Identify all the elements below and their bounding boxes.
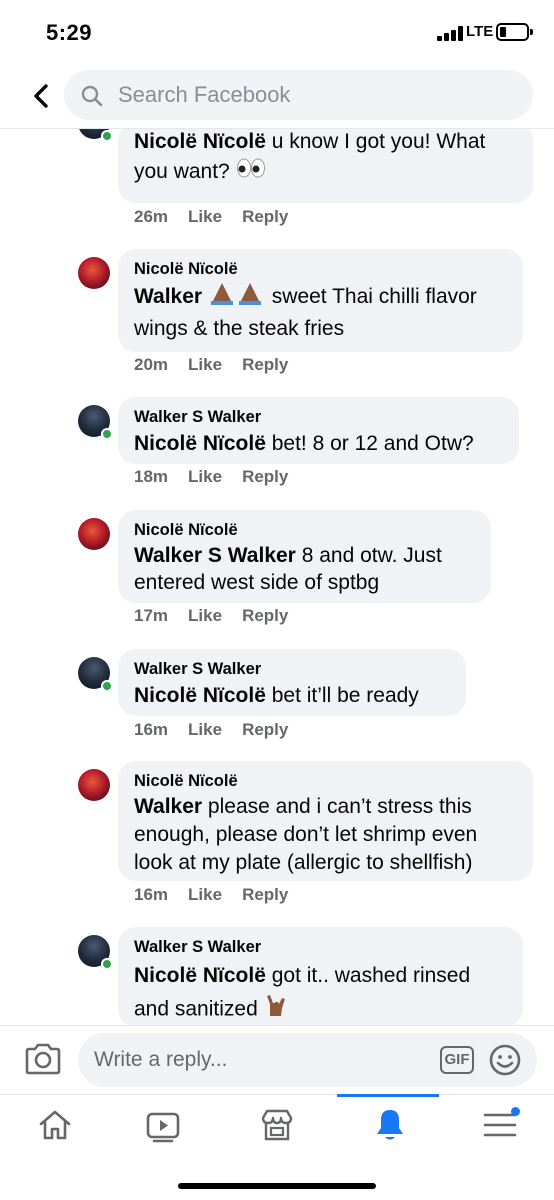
- like-button[interactable]: Like: [188, 606, 222, 626]
- comment-author[interactable]: Walker S Walker: [134, 407, 503, 427]
- like-button[interactable]: Like: [188, 720, 222, 740]
- comment-mention[interactable]: Nicolë Nïcolë: [134, 684, 266, 707]
- comment-time: 18m: [134, 467, 169, 486]
- comment-text: bet! 8 or 12 and Otw?: [265, 432, 474, 455]
- online-status-dot: [101, 130, 113, 142]
- comment-mention[interactable]: Walker S Walker: [134, 544, 296, 567]
- comment-bubble[interactable]: Nicolë Nïcolë Walker S Walker 8 and otw.…: [118, 510, 491, 603]
- battery-icon: [496, 23, 529, 41]
- comment-author[interactable]: Nicolë Nïcolë: [134, 520, 475, 540]
- comment-bubble[interactable]: Nicolë Nïcolë Walker sweet Thai chilli f…: [118, 249, 523, 352]
- comment-bubble[interactable]: Walker S Walker Nicolë Nïcolë bet it’ll …: [118, 649, 466, 716]
- comment-author[interactable]: Nicolë Nïcolë: [134, 259, 507, 279]
- avatar[interactable]: [78, 769, 110, 801]
- menu-notification-dot: [511, 1107, 520, 1116]
- network-label: LTE: [466, 23, 494, 40]
- avatar[interactable]: [78, 405, 113, 440]
- comment-bubble[interactable]: Nicolë Nïcolë Walker please and i can’t …: [118, 761, 533, 881]
- video-icon: [146, 1112, 180, 1143]
- avatar[interactable]: [78, 935, 113, 970]
- like-button[interactable]: Like: [188, 207, 222, 227]
- signal-icon: [437, 25, 463, 41]
- search-input[interactable]: [118, 80, 498, 110]
- love-you-gesture-emoji-icon: [264, 992, 290, 1026]
- reply-input-container[interactable]: GIF: [78, 1033, 537, 1087]
- comment-text: bet it’ll be ready: [265, 684, 419, 707]
- battery-cap: [530, 29, 533, 35]
- folded-hands-emoji-icon: [208, 281, 266, 314]
- comment-time: 16m: [134, 720, 169, 739]
- tab-notifications[interactable]: [335, 1095, 445, 1155]
- search-box[interactable]: [64, 70, 533, 120]
- comment-author[interactable]: Walker S Walker: [134, 937, 507, 957]
- gif-button[interactable]: GIF: [440, 1046, 474, 1074]
- back-button[interactable]: [24, 78, 60, 114]
- comment-actions: 20m Like Reply: [134, 355, 308, 375]
- reply-input[interactable]: [94, 1045, 424, 1075]
- status-bar: 5:29 LTE: [0, 0, 554, 66]
- comment-actions: 16m Like Reply: [134, 885, 308, 905]
- marketplace-icon: [261, 1109, 293, 1141]
- online-status-dot: [101, 428, 113, 440]
- avatar[interactable]: [78, 518, 110, 550]
- eyes-emoji-icon: [236, 157, 266, 188]
- comment-time: 20m: [134, 355, 169, 374]
- comment-mention[interactable]: Walker: [134, 795, 202, 818]
- tab-marketplace[interactable]: [222, 1095, 332, 1155]
- comment-time: 16m: [134, 885, 169, 904]
- avatar[interactable]: [78, 129, 113, 142]
- emoji-button[interactable]: [488, 1043, 522, 1077]
- reply-button[interactable]: Reply: [242, 355, 288, 375]
- comment-actions: 17m Like Reply: [134, 606, 308, 626]
- comment-bubble[interactable]: Walker S Walker Nicolë Nïcolë got it.. w…: [118, 927, 523, 1026]
- comment-actions: 16m Like Reply: [134, 720, 308, 740]
- comment-author[interactable]: Walker S Walker: [134, 659, 450, 679]
- status-time: 5:29: [46, 20, 93, 45]
- tab-menu[interactable]: [444, 1095, 554, 1155]
- comment-mention[interactable]: Nicolë Nïcolë: [134, 130, 266, 153]
- avatar[interactable]: [78, 657, 113, 692]
- online-status-dot: [101, 680, 113, 692]
- smiley-icon: [489, 1044, 521, 1076]
- reply-button[interactable]: Reply: [242, 720, 288, 740]
- comment-actions: 26m Like Reply: [134, 207, 308, 227]
- reply-bar: GIF: [0, 1026, 554, 1094]
- tab-bar: [0, 1095, 554, 1165]
- camera-icon: [25, 1043, 61, 1075]
- comment-thread[interactable]: Nicolë Nïcolë u know I got you! What you…: [0, 129, 554, 1026]
- camera-button[interactable]: [24, 1042, 62, 1076]
- reply-button[interactable]: Reply: [242, 606, 288, 626]
- chevron-left-icon: [34, 84, 48, 108]
- like-button[interactable]: Like: [188, 467, 222, 487]
- like-button[interactable]: Like: [188, 355, 222, 375]
- tab-home[interactable]: [0, 1095, 110, 1155]
- header: [0, 66, 554, 128]
- reply-button[interactable]: Reply: [242, 885, 288, 905]
- bell-icon: [377, 1110, 403, 1140]
- comment-mention[interactable]: Walker: [134, 285, 202, 308]
- like-button[interactable]: Like: [188, 885, 222, 905]
- reply-button[interactable]: Reply: [242, 467, 288, 487]
- online-status-dot: [101, 958, 113, 970]
- tab-watch[interactable]: [105, 1095, 215, 1155]
- home-indicator: [178, 1183, 376, 1189]
- comment-actions: 18m Like Reply: [134, 467, 308, 487]
- comment-time: 17m: [134, 606, 169, 625]
- home-icon: [39, 1110, 71, 1140]
- search-icon: [81, 85, 103, 107]
- comment-bubble[interactable]: Walker S Walker Nicolë Nïcolë bet! 8 or …: [118, 397, 519, 464]
- avatar[interactable]: [78, 257, 110, 289]
- reply-button[interactable]: Reply: [242, 207, 288, 227]
- comment-author[interactable]: Nicolë Nïcolë: [134, 771, 517, 791]
- comment-mention[interactable]: Nicolë Nïcolë: [134, 964, 266, 987]
- comment-time: 26m: [134, 207, 169, 226]
- comment-mention[interactable]: Nicolë Nïcolë: [134, 432, 266, 455]
- comment-bubble[interactable]: Nicolë Nïcolë u know I got you! What you…: [118, 129, 533, 203]
